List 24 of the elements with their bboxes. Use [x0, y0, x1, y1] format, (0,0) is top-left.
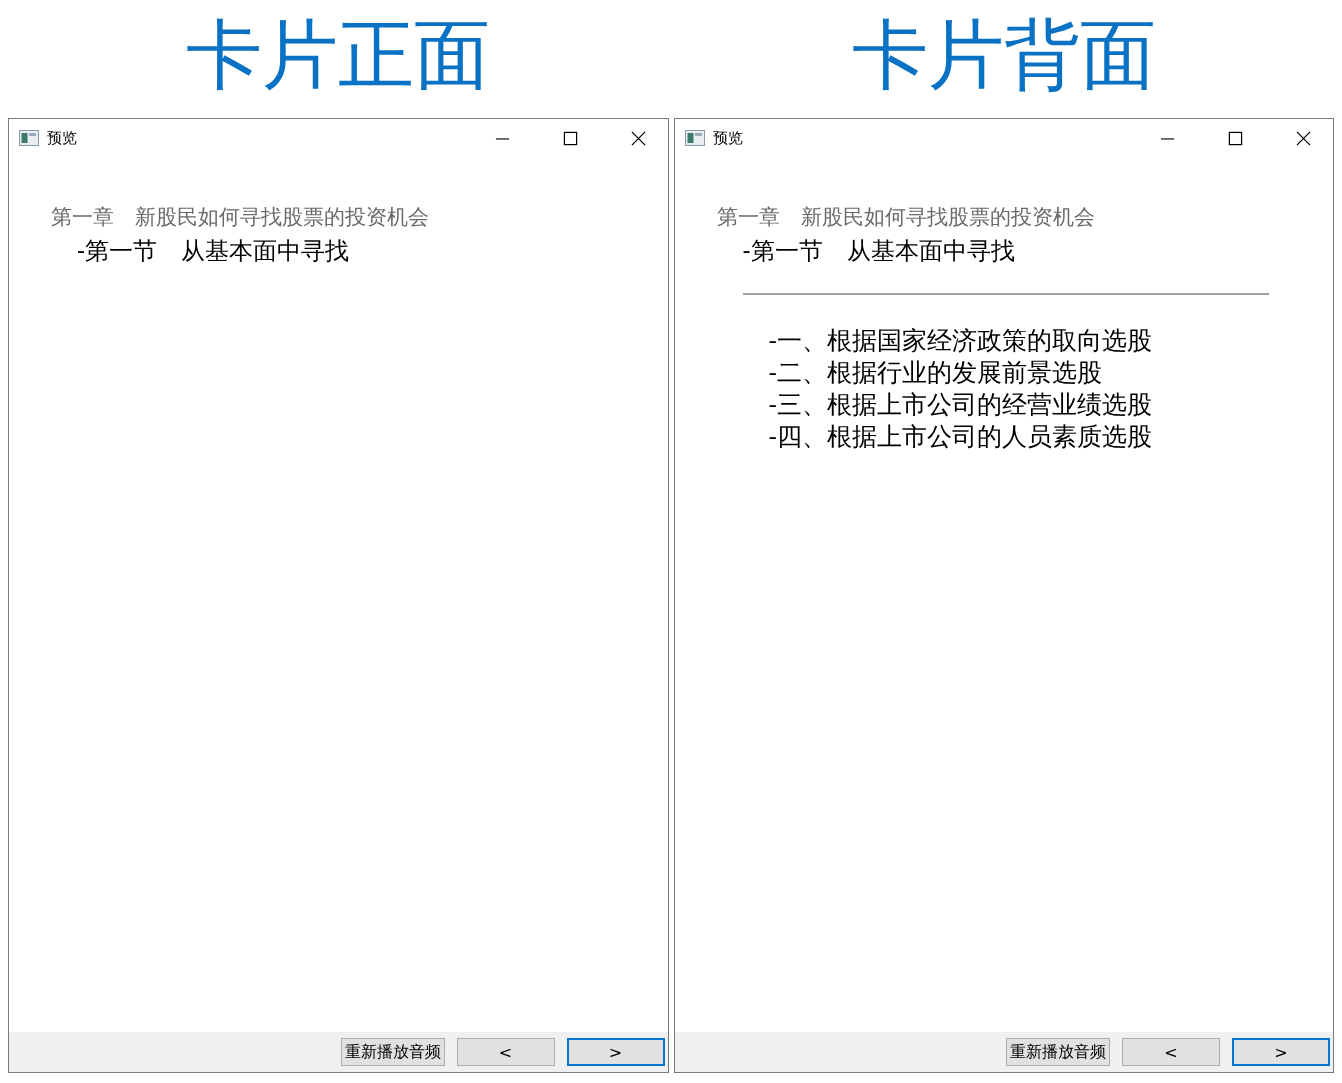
- panel-heading: 卡片正面: [186, 9, 491, 101]
- outline-item: -二、根据行业的发展前景选股: [768, 357, 1103, 389]
- maximize-icon[interactable]: [562, 130, 578, 146]
- next-button[interactable]: >: [566, 1038, 665, 1066]
- next-button[interactable]: >: [1232, 1038, 1330, 1066]
- chapter-title: 第一章 新股民如何寻找股票的投资机会: [51, 204, 430, 231]
- close-icon[interactable]: [630, 130, 646, 146]
- previous-button[interactable]: <: [1122, 1038, 1220, 1066]
- previous-button[interactable]: <: [456, 1038, 555, 1066]
- outline-item: -三、根据上市公司的经营业绩选股: [768, 389, 1153, 421]
- section-title: -第一节 从基本面中寻找: [742, 236, 1016, 267]
- app-icon: [19, 130, 39, 146]
- outline-item: -四、根据上市公司的人员素质选股: [768, 421, 1153, 453]
- maximize-icon[interactable]: [1228, 130, 1243, 146]
- section-title: -第一节 从基本面中寻找: [77, 236, 351, 267]
- close-icon[interactable]: [1296, 130, 1311, 146]
- app-icon: [684, 130, 705, 146]
- window-title: 预览: [47, 128, 77, 148]
- replay-audio-button[interactable]: 重新播放音频: [1006, 1038, 1110, 1066]
- replay-audio-button[interactable]: 重新播放音频: [340, 1038, 445, 1066]
- chapter-title: 第一章 新股民如何寻找股票的投资机会: [716, 204, 1096, 231]
- outline-item: -一、根据国家经济政策的取向选股: [768, 325, 1153, 357]
- window-title: 预览: [712, 128, 743, 148]
- panel-heading: 卡片背面: [851, 9, 1156, 101]
